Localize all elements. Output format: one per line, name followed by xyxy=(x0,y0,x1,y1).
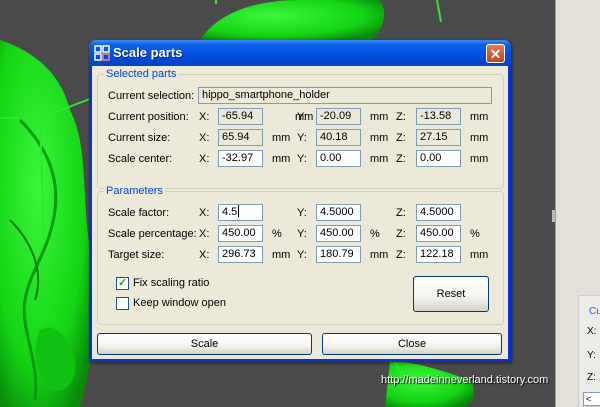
close-button[interactable]: Close xyxy=(322,333,502,355)
scale-percentage-label: Scale percentage: xyxy=(108,228,197,240)
text-cursor xyxy=(238,205,240,217)
center-x-label: X: xyxy=(199,153,210,165)
dialog-client-area: Selected parts Current selection: hippo_… xyxy=(92,66,508,359)
position-y-field: -20.09 xyxy=(316,108,361,125)
target-y-input[interactable]: 180.79 xyxy=(316,246,361,263)
size-x-label: X: xyxy=(199,132,210,144)
center-x-input[interactable]: -32.97 xyxy=(218,150,263,167)
scale-button[interactable]: Scale xyxy=(97,333,312,355)
factor-x-input[interactable]: 4.5 xyxy=(218,204,263,221)
position-z-unit: mm xyxy=(470,111,489,123)
target-x-input[interactable]: 296.73 xyxy=(218,246,263,263)
side-panel-field[interactable]: < xyxy=(583,392,600,406)
parameters-legend: Parameters xyxy=(104,185,165,197)
current-size-label: Current size: xyxy=(108,132,171,144)
selected-parts-legend: Selected parts xyxy=(104,68,179,80)
scale-icon xyxy=(94,45,110,61)
size-y-unit: mm xyxy=(370,132,389,144)
target-z-label: Z: xyxy=(396,249,406,261)
size-y-field: 40.18 xyxy=(316,129,361,146)
right-side-panel: Cu X: Y: Z: < xyxy=(552,0,600,407)
factor-x-label: X: xyxy=(199,207,210,219)
target-z-input[interactable]: 122.18 xyxy=(416,246,461,263)
target-size-label: Target size: xyxy=(108,249,165,261)
fix-scaling-ratio-checkbox[interactable]: ✓ xyxy=(116,277,129,290)
size-z-unit: mm xyxy=(470,132,489,144)
factor-y-input[interactable]: 4.5000 xyxy=(316,204,361,221)
current-selection-field: hippo_smartphone_holder xyxy=(198,87,492,104)
center-z-input[interactable]: 0.00 xyxy=(416,150,461,167)
current-position-label: Current position: xyxy=(108,111,189,123)
checkmark-icon: ✓ xyxy=(118,277,128,289)
fix-scaling-ratio-label[interactable]: Fix scaling ratio xyxy=(133,277,209,289)
reset-button[interactable]: Reset xyxy=(413,276,489,312)
center-y-label: Y: xyxy=(297,153,307,165)
scale-factor-label: Scale factor: xyxy=(108,207,170,219)
keep-window-open-label[interactable]: Keep window open xyxy=(133,297,226,309)
size-z-field: 27.15 xyxy=(416,129,461,146)
target-y-unit: mm xyxy=(370,249,389,261)
side-panel-group: Cu X: Y: Z: < xyxy=(578,295,600,407)
center-y-unit: mm xyxy=(370,153,389,165)
center-x-unit: mm xyxy=(272,153,291,165)
center-z-unit: mm xyxy=(470,153,489,165)
side-panel-y-label: Y: xyxy=(587,350,596,361)
target-z-unit: mm xyxy=(470,249,489,261)
position-z-label: Z: xyxy=(396,111,406,123)
size-z-label: Z: xyxy=(396,132,406,144)
percent-x-input[interactable]: 450.00 xyxy=(218,225,263,242)
position-x-field: -65.94 xyxy=(218,108,263,125)
dialog-titlebar[interactable]: Scale parts ✕ xyxy=(89,40,511,66)
factor-y-label: Y: xyxy=(297,207,307,219)
watermark-url: http://madeinneverland.tistory.com xyxy=(381,374,549,386)
scale-parts-dialog: Scale parts ✕ Selected parts Current sel… xyxy=(89,40,511,362)
percent-y-label: Y: xyxy=(297,228,307,240)
percent-z-unit: % xyxy=(470,228,480,240)
percent-x-unit: % xyxy=(272,228,282,240)
percent-z-input[interactable]: 450.00 xyxy=(416,225,461,242)
scale-center-label: Scale center: xyxy=(108,153,173,165)
target-y-label: Y: xyxy=(297,249,307,261)
selected-parts-group: Selected parts Current selection: hippo_… xyxy=(97,68,504,189)
keep-window-open-checkbox[interactable] xyxy=(116,297,129,310)
dialog-title: Scale parts xyxy=(113,45,183,60)
position-y-label: Y: xyxy=(297,111,307,123)
center-y-input[interactable]: 0.00 xyxy=(316,150,361,167)
side-panel-title: Cu xyxy=(589,306,600,317)
size-y-label: Y: xyxy=(297,132,307,144)
current-selection-label: Current selection: xyxy=(108,90,195,102)
percent-z-label: Z: xyxy=(396,228,406,240)
position-z-field: -13.58 xyxy=(416,108,461,125)
side-panel-x-label: X: xyxy=(587,326,597,337)
side-panel-z-label: Z: xyxy=(587,372,596,383)
center-z-label: Z: xyxy=(396,153,406,165)
size-x-unit: mm xyxy=(272,132,291,144)
percent-y-unit: % xyxy=(370,228,380,240)
position-x-label: X: xyxy=(199,111,210,123)
percent-y-input[interactable]: 450.00 xyxy=(316,225,361,242)
position-y-unit: mm xyxy=(370,111,389,123)
factor-z-label: Z: xyxy=(396,207,406,219)
target-x-unit: mm xyxy=(272,249,291,261)
target-x-label: X: xyxy=(199,249,210,261)
factor-z-input[interactable]: 4.5000 xyxy=(416,204,461,221)
size-x-field: 65.94 xyxy=(218,129,263,146)
percent-x-label: X: xyxy=(199,228,210,240)
splitter-handle[interactable] xyxy=(552,210,555,222)
factor-x-value: 4.5 xyxy=(222,206,238,218)
close-icon[interactable]: ✕ xyxy=(486,44,505,63)
